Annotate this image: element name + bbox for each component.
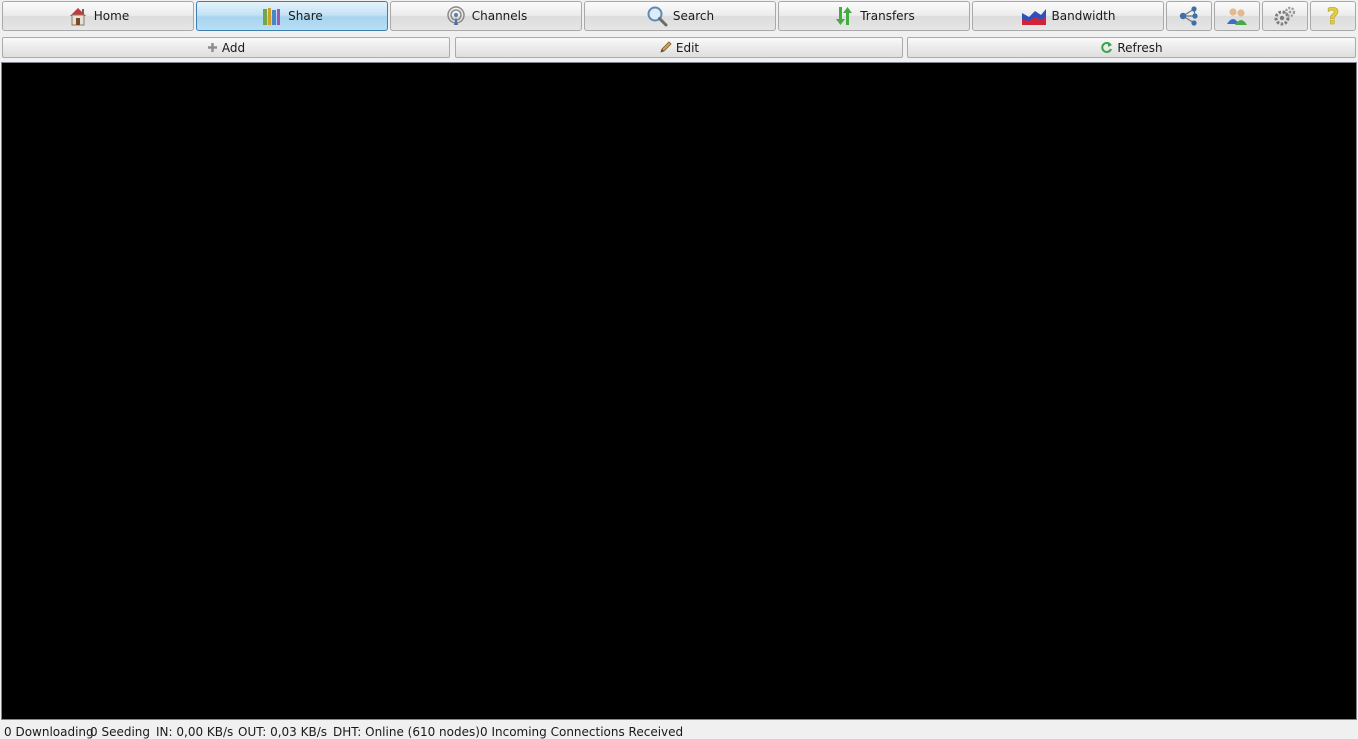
- refresh-icon: [1101, 42, 1113, 53]
- settings-gears-icon: [1274, 6, 1296, 26]
- help-button[interactable]: ?: [1310, 1, 1356, 31]
- add-button[interactable]: Add: [2, 37, 450, 58]
- transfer-arrows-icon: [836, 7, 853, 25]
- network-button[interactable]: [1166, 1, 1212, 31]
- tab-transfers-label: Transfers: [860, 9, 915, 23]
- network-nodes-icon: [1179, 6, 1198, 26]
- main-content-area[interactable]: [1, 62, 1357, 720]
- settings-button[interactable]: [1262, 1, 1308, 31]
- tab-transfers[interactable]: Transfers: [778, 1, 970, 31]
- status-bar: 0 Downloading 0 Seeding IN: 0,00 KB/s OU…: [0, 722, 1358, 739]
- status-in-rate: IN: 0,00 KB/s: [156, 725, 234, 739]
- tab-channels-label: Channels: [471, 9, 528, 23]
- status-seeding: 0 Seeding: [90, 725, 151, 739]
- users-button[interactable]: [1214, 1, 1260, 31]
- tab-home-label: Home: [93, 9, 130, 23]
- users-icon: [1227, 8, 1247, 25]
- tab-bandwidth-label: Bandwidth: [1051, 9, 1116, 23]
- tab-home[interactable]: Home: [2, 1, 194, 31]
- edit-button[interactable]: Edit: [455, 37, 903, 58]
- status-dht: DHT: Online (610 nodes): [333, 725, 480, 739]
- magnifier-icon: [647, 6, 668, 27]
- add-button-label: Add: [221, 40, 246, 55]
- tab-share-label: Share: [288, 9, 323, 23]
- refresh-button-label: Refresh: [1117, 40, 1163, 55]
- tab-search-label: Search: [672, 9, 715, 23]
- help-question-icon: ?: [1326, 5, 1340, 27]
- edit-button-label: Edit: [675, 40, 700, 55]
- home-icon: [69, 8, 86, 26]
- bandwidth-chart-icon: [1021, 9, 1046, 25]
- tab-channels[interactable]: Channels: [390, 1, 582, 31]
- refresh-button[interactable]: Refresh: [907, 37, 1356, 58]
- books-icon: [263, 8, 281, 25]
- pencil-icon: [660, 41, 672, 53]
- tab-search[interactable]: Search: [584, 1, 776, 31]
- tab-share[interactable]: Share: [196, 1, 388, 31]
- status-out-rate: OUT: 0,03 KB/s: [238, 725, 328, 739]
- status-incoming-connections: 0 Incoming Connections Received: [480, 725, 684, 739]
- svg-text:?: ?: [1327, 5, 1340, 27]
- tab-bandwidth[interactable]: Bandwidth: [972, 1, 1164, 31]
- status-downloading: 0 Downloading: [4, 725, 94, 739]
- antenna-icon: [446, 6, 465, 25]
- plus-icon: [207, 43, 217, 52]
